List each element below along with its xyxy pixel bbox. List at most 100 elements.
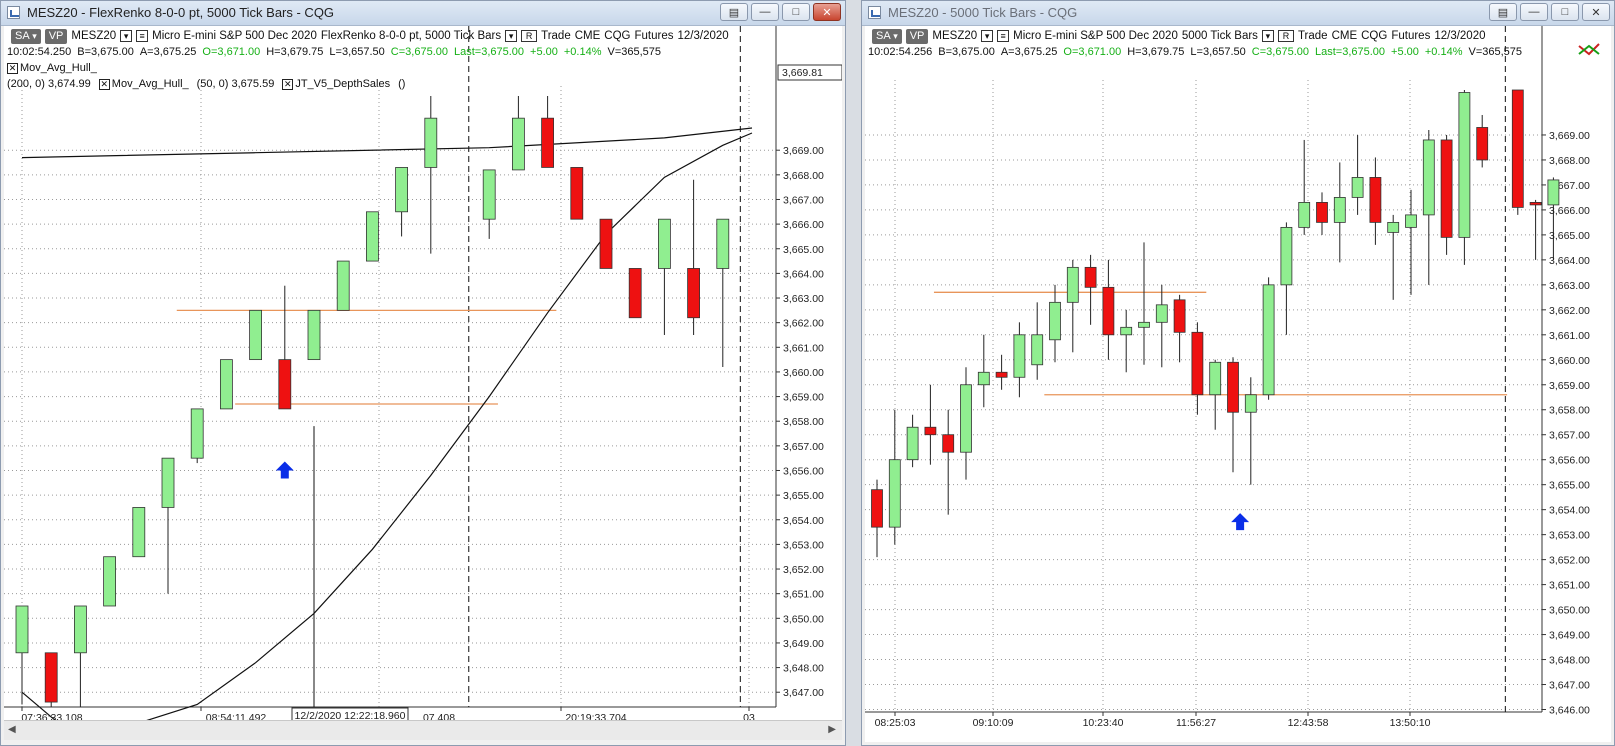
candle-body [1511,89,1524,208]
ask-value: A=3,675.25 [1000,46,1058,58]
hull-ma-50-label[interactable]: Mov_Avg_Hull_ [112,78,189,90]
candle-body [1405,214,1417,228]
flexrenko-chart-window: MESZ20 - FlexRenko 8-0-0 pt, 5000 Tick B… [0,0,846,746]
hull-ma-200-line [21,127,753,159]
scroll-right-icon[interactable]: ▶ [828,724,836,735]
hull-ma-200-value: (200, 0) 3,674.99 [7,78,91,90]
hull-ma-50-value: (50, 0) 3,675.59 [196,78,275,90]
vp-button[interactable]: VP [44,28,68,44]
remove-study-icon[interactable]: ✕ [98,79,110,90]
cursor-time-label: 12/2/2020 12:22:18.960 [295,710,406,720]
feed-label: CQG [1361,30,1388,42]
y-tick-label: 3,657.00 [783,441,824,453]
scroll-left-icon[interactable]: ◀ [8,724,16,735]
bar-type-label: 5000 Tick Bars [1181,30,1258,42]
candle-body [1138,321,1150,328]
remove-study-icon[interactable]: ✕ [7,63,18,74]
y-tick-label: 3,651.00 [1549,580,1590,592]
y-tick-label: 3,668.00 [1549,155,1590,167]
candle-body [1298,202,1311,228]
hull-ma-50-line [21,132,753,720]
window-title: MESZ20 - 5000 Tick Bars - CQG [888,5,1078,20]
window-layout-icon: ▤ [728,6,740,19]
minimize-button[interactable]: — [1520,3,1548,21]
y-tick-label: 3,654.00 [783,515,824,527]
minimize-icon: — [759,6,771,18]
candle-body [511,117,525,171]
chart-pane[interactable]: 3,647.00 3,648.00 3,649.00 3,650.00 3,651.00… [4,26,842,720]
candlestick-chart[interactable]: 3,646.00 3,647.00 3,648.00 3,649.00 3,650.00… [865,26,1611,742]
candle-body [103,556,116,607]
candle-body [219,359,233,410]
y-tick-label: 3,663.00 [783,293,824,305]
candle-body [977,371,990,386]
title-bar[interactable]: MESZ20 - 5000 Tick Bars - CQG ▤ — □ ✕ [862,1,1614,26]
study-legend-row2: (200, 0) 3,674.99 ✕ Mov_Avg_Hull_ (50, 0)… [7,78,405,90]
candle-body [1120,326,1133,336]
bar-type-dropdown[interactable]: ▾ [505,30,518,42]
candle-body [424,117,438,168]
y-tick-label: 3,649.00 [783,638,824,650]
remove-study-icon[interactable]: ✕ [282,79,294,90]
vp-button[interactable]: VP [905,28,929,44]
hull-ma-200-label[interactable]: Mov_Avg_Hull_ [20,62,97,74]
refresh-button[interactable]: R [1277,30,1294,42]
sa-button[interactable]: SA [11,28,41,44]
candle-body [995,371,1008,378]
candle-body [1316,202,1328,223]
y-tick-label: 3,660.00 [1549,355,1590,367]
maximize-button[interactable]: □ [1551,3,1579,21]
minimize-button[interactable]: — [751,3,779,21]
trade-label[interactable]: Trade [1298,30,1328,42]
restore-layout-button[interactable]: ▤ [720,3,748,21]
candle-body [1013,334,1026,378]
close-value: C=3,675.00 [390,46,448,58]
bar-type-dropdown[interactable]: ▾ [1261,30,1274,42]
exchange-label: CME [574,30,601,42]
instrument-type-label: Futures [634,30,674,42]
depth-sales-study-label[interactable]: JT_V5_DepthSales [295,78,390,90]
candle-body [1422,139,1435,216]
title-bar[interactable]: MESZ20 - FlexRenko 8-0-0 pt, 5000 Tick B… [1,1,845,26]
symbol-menu-button[interactable]: ≡ [136,30,149,42]
candlestick-chart[interactable]: 3,647.00 3,648.00 3,649.00 3,650.00 3,651.00… [4,26,842,720]
symbol-dropdown[interactable]: ▾ [981,30,994,42]
candle-body [365,211,379,262]
candle-body [1440,139,1453,238]
x-tick-label: 13:50:10 [1390,717,1431,729]
volume-value: V=365,575 [1468,46,1523,58]
trend-arrow-icon[interactable] [1577,38,1601,60]
maximize-icon: □ [1561,6,1569,18]
symbol-menu-button[interactable]: ≡ [997,30,1010,42]
last-value: Last=3,675.00 [453,46,525,58]
close-button[interactable]: ✕ [813,3,841,21]
open-value: O=3,671.00 [1063,46,1122,58]
close-icon: ✕ [822,6,832,19]
refresh-button[interactable]: R [521,30,538,42]
depth-sales-params: () [398,78,406,90]
y-tick-label: 3,653.00 [1549,530,1590,542]
y-tick-label: 3,662.00 [1549,305,1590,317]
sa-button[interactable]: SA [872,28,902,44]
change-pct: +0.14% [563,46,602,58]
maximize-button[interactable]: □ [782,3,810,21]
symbol-dropdown[interactable]: ▾ [120,30,133,42]
horizontal-scrollbar[interactable]: ◀ ▶ [4,720,842,740]
candle-body [336,260,350,311]
y-tick-label: 3,654.00 [1549,505,1590,517]
exchange-label: CME [1331,30,1358,42]
candle-body [1102,286,1115,336]
y-tick-label: 3,650.00 [783,613,824,625]
chart-pane[interactable]: 3,646.00 3,647.00 3,648.00 3,649.00 3,650.00… [865,26,1611,742]
open-value: O=3,671.00 [202,46,261,58]
trade-label[interactable]: Trade [541,30,571,42]
y-tick-label: 3,666.00 [783,219,824,231]
x-tick-label: 09:10:09 [973,717,1014,729]
candle-body [74,605,87,654]
last-price-tag-label: 3,669.81 [782,67,823,79]
y-tick-label: 3,660.00 [783,367,824,379]
restore-layout-button[interactable]: ▤ [1489,3,1517,21]
y-tick-label: 3,659.00 [783,392,824,404]
market-label: Micro E-mini S&P 500 Dec 2020 [152,30,317,42]
close-button[interactable]: ✕ [1582,3,1610,21]
